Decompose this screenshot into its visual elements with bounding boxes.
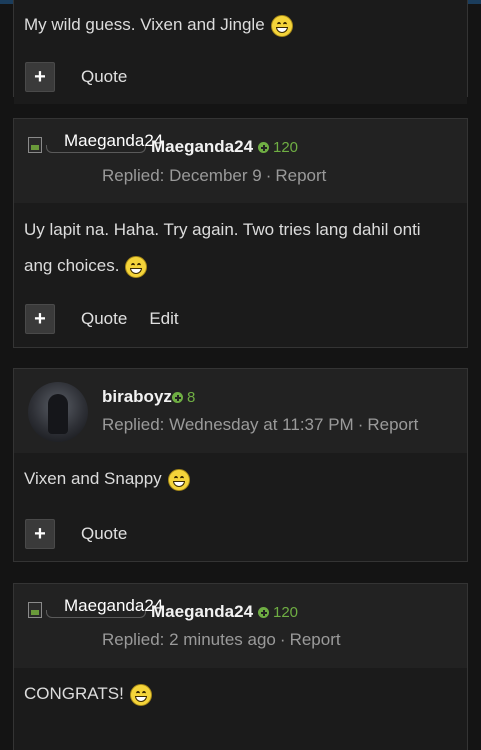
reputation: 8 [172,389,195,406]
post-actions: + Quote [14,507,467,561]
avatar[interactable]: Maeganda24 [28,596,163,620]
post-message-line1: Uy lapit na. Haha. Try again. Two tries … [24,220,421,239]
author-name[interactable]: Maeganda24 [151,602,253,622]
grin-emoji-icon [167,468,190,491]
meta-separator: · [265,166,272,185]
reputation-plus-icon [172,392,183,403]
plus-icon: + [34,66,46,88]
replied-time: Replied: December 9 [102,166,262,185]
author-name[interactable]: biraboyz [102,387,172,407]
grin-emoji-icon [125,255,148,278]
avatar[interactable] [28,382,88,442]
reputation-count: 120 [273,139,299,156]
grin-emoji-icon [270,14,293,37]
reputation-plus-icon [258,142,269,153]
report-link[interactable]: Report [367,415,418,434]
meta-separator: · [279,630,286,649]
post-message-text: CONGRATS! [24,684,124,703]
reputation-count: 8 [187,389,196,406]
post-body: Vixen and Snappy + Quote [14,453,467,561]
post-header: Maeganda24 Maeganda24 120 Replied: Decem… [14,119,467,203]
multiquote-plus-button[interactable]: + [25,519,55,549]
multiquote-plus-button[interactable]: + [25,62,55,92]
post-message-text: Vixen and Snappy [24,469,162,488]
report-link[interactable]: Report [290,630,341,649]
post-message-text: My wild guess. Vixen and Jingle [24,15,265,34]
avatar-alt-text: Maeganda24 [64,131,164,150]
report-link[interactable]: Report [275,166,326,185]
meta-separator: · [357,415,364,434]
post-body: CONGRATS! [14,668,467,712]
author-name[interactable]: Maeganda24 [151,137,253,157]
post-card: Maeganda24 Maeganda24 120 Replied: 2 min… [13,583,468,750]
post-actions: + Quote Edit [14,292,467,346]
post-header: biraboyz 8 Replied: Wednesday at 11:37 P… [14,369,467,453]
post-message: My wild guess. Vixen and Jingle [14,7,467,43]
post-body: Uy lapit na. Haha. Try again. Two tries … [14,203,467,346]
multiquote-plus-button[interactable]: + [25,304,55,334]
edit-button[interactable]: Edit [149,309,178,329]
replied-time: Replied: Wednesday at 11:37 PM [102,415,354,434]
post-meta: Replied: December 9 · Report [102,166,326,186]
post-message: Uy lapit na. Haha. Try again. Two tries … [14,212,467,284]
plus-icon: + [34,523,46,545]
avatar[interactable]: Maeganda24 [28,131,163,155]
post-meta: Replied: 2 minutes ago · Report [102,630,341,650]
post-message-line2: ang choices. [24,256,120,275]
post-body: My wild guess. Vixen and Jingle + Quote [14,0,467,104]
quote-button[interactable]: Quote [81,67,127,87]
post-card: My wild guess. Vixen and Jingle + Quote [13,0,468,104]
broken-image-icon [28,137,42,153]
quote-button[interactable]: Quote [81,309,127,329]
post-message: Vixen and Snappy [14,461,467,497]
post-actions: + Quote [14,50,467,104]
grin-emoji-icon [129,683,152,706]
replied-time: Replied: 2 minutes ago [102,630,276,649]
post-message: CONGRATS! [14,676,467,712]
post-card: biraboyz 8 Replied: Wednesday at 11:37 P… [13,368,468,562]
avatar-alt-text: Maeganda24 [64,596,164,615]
post-meta: Replied: Wednesday at 11:37 PM · Report [102,415,418,435]
post-card: Maeganda24 Maeganda24 120 Replied: Decem… [13,118,468,348]
avatar-figure [48,394,68,434]
post-header: Maeganda24 Maeganda24 120 Replied: 2 min… [14,584,467,668]
plus-icon: + [34,308,46,330]
reputation-count: 120 [273,604,299,621]
reputation: 120 [258,604,298,621]
quote-button[interactable]: Quote [81,524,127,544]
reputation-plus-icon [258,607,269,618]
broken-image-icon [28,602,42,618]
reputation: 120 [258,139,298,156]
